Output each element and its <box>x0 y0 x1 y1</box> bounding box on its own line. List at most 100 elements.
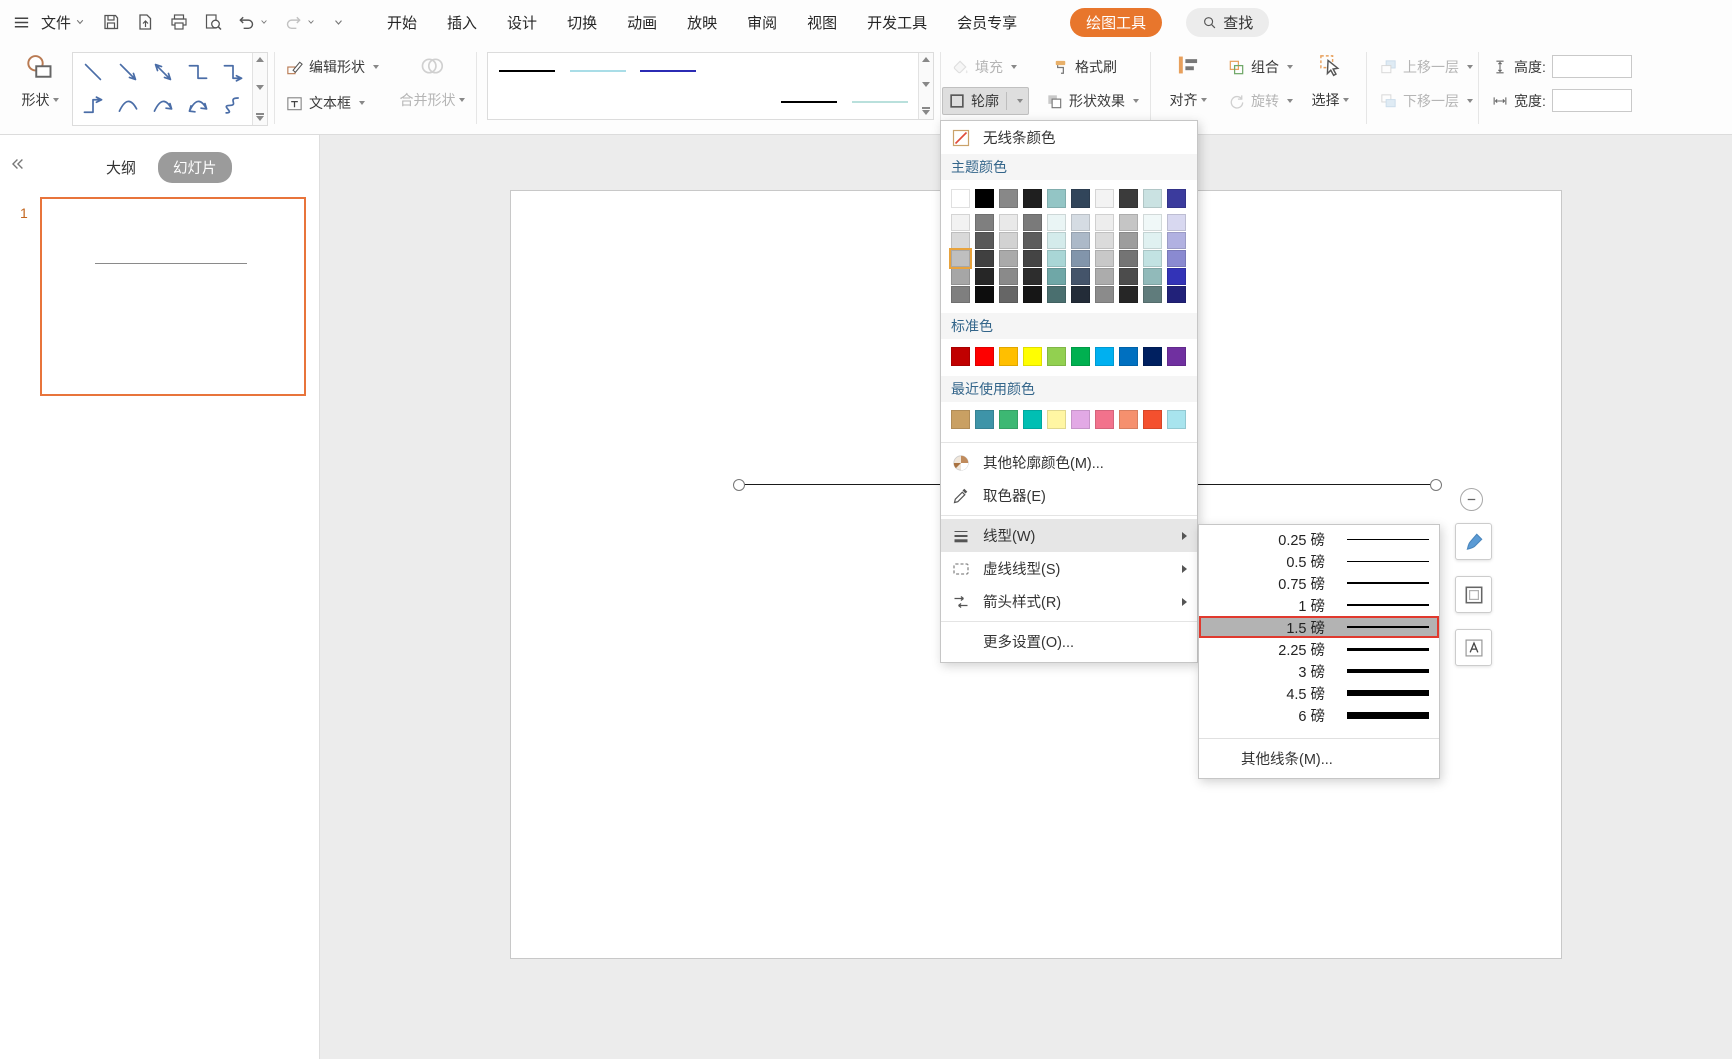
theme-color-swatch[interactable] <box>1047 232 1066 249</box>
color-swatch[interactable] <box>975 410 994 429</box>
theme-color-swatch[interactable] <box>1023 232 1042 249</box>
select-button[interactable]: 选择 <box>1300 52 1360 110</box>
shape-gallery-scroll[interactable] <box>252 53 267 125</box>
theme-color-swatch[interactable] <box>1023 189 1042 208</box>
collapse-panel-icon[interactable] <box>8 155 26 173</box>
theme-color-swatch[interactable] <box>1167 268 1186 285</box>
theme-color-swatch[interactable] <box>1167 232 1186 249</box>
theme-color-swatch[interactable] <box>1167 286 1186 303</box>
placeholder-format-button[interactable] <box>1455 576 1492 613</box>
dash-style-option[interactable]: 虚线线型(S) <box>941 552 1197 585</box>
color-swatch[interactable] <box>975 347 994 366</box>
print-preview-icon[interactable] <box>203 12 223 32</box>
theme-color-swatch[interactable] <box>1119 232 1138 249</box>
redo-caret-icon[interactable] <box>305 16 317 28</box>
tab-outline[interactable]: 大纲 <box>106 157 136 178</box>
theme-color-swatch[interactable] <box>1071 250 1090 267</box>
line-style-preset[interactable] <box>845 86 916 117</box>
tab-开始[interactable]: 开始 <box>372 12 432 33</box>
theme-color-swatch[interactable] <box>999 286 1018 303</box>
theme-color-swatch[interactable] <box>951 189 970 208</box>
shape-curve-arrow[interactable] <box>151 94 175 118</box>
theme-color-swatch[interactable] <box>1119 286 1138 303</box>
line-weight-option[interactable]: 0.25 磅 <box>1199 528 1439 550</box>
tab-审阅[interactable]: 审阅 <box>732 12 792 33</box>
theme-color-swatch[interactable] <box>975 268 994 285</box>
theme-color-swatch[interactable] <box>975 286 994 303</box>
theme-color-swatch[interactable] <box>951 214 970 231</box>
shape-elbow[interactable] <box>186 60 210 84</box>
theme-color-swatch[interactable] <box>1143 286 1162 303</box>
shape-curve[interactable] <box>116 94 140 118</box>
theme-color-swatch[interactable] <box>975 232 994 249</box>
shape-diag-arrow[interactable] <box>116 60 140 84</box>
theme-color-swatch[interactable] <box>1143 189 1162 208</box>
slide-thumbnail[interactable] <box>40 197 306 396</box>
color-swatch[interactable] <box>1143 347 1162 366</box>
tab-放映[interactable]: 放映 <box>672 12 732 33</box>
textbox-button[interactable]: 文本框 <box>280 89 370 117</box>
collapse-float-toolbar-button[interactable] <box>1460 488 1483 511</box>
theme-color-swatch[interactable] <box>1143 268 1162 285</box>
theme-color-swatch[interactable] <box>1047 286 1066 303</box>
theme-color-swatch[interactable] <box>975 189 994 208</box>
theme-color-swatch[interactable] <box>975 214 994 231</box>
tab-slides[interactable]: 幻灯片 <box>158 152 232 183</box>
shapes-button[interactable]: 形状 <box>10 52 70 110</box>
theme-color-swatch[interactable] <box>1095 189 1114 208</box>
theme-color-swatch[interactable] <box>1047 189 1066 208</box>
theme-color-swatch[interactable] <box>1047 268 1066 285</box>
export-icon[interactable] <box>135 12 155 32</box>
line-weight-option[interactable]: 0.5 磅 <box>1199 550 1439 572</box>
tab-开发工具[interactable]: 开发工具 <box>852 12 942 33</box>
main-menu-icon[interactable] <box>12 13 31 32</box>
theme-color-swatch[interactable] <box>1071 214 1090 231</box>
eyedropper-option[interactable]: 取色器(E) <box>941 479 1197 512</box>
theme-color-swatch[interactable] <box>1023 268 1042 285</box>
color-swatch[interactable] <box>1119 410 1138 429</box>
theme-color-swatch[interactable] <box>999 268 1018 285</box>
theme-color-swatch[interactable] <box>999 214 1018 231</box>
line-weight-option[interactable]: 1.5 磅 <box>1199 616 1439 638</box>
shape-diag-line[interactable] <box>81 60 105 84</box>
search-button[interactable]: 查找 <box>1186 8 1269 37</box>
shape-effects-button[interactable]: 形状效果 <box>1040 87 1144 115</box>
gallery-more-icon[interactable] <box>922 107 930 115</box>
theme-color-swatch[interactable] <box>1167 214 1186 231</box>
edit-shape-button[interactable]: 编辑形状 <box>280 53 384 81</box>
line-style-preset[interactable] <box>563 55 634 86</box>
theme-color-swatch[interactable] <box>951 286 970 303</box>
color-swatch[interactable] <box>951 347 970 366</box>
theme-color-swatch[interactable] <box>1023 214 1042 231</box>
line-weight-option[interactable]: 4.5 磅 <box>1199 682 1439 704</box>
scroll-down-icon[interactable] <box>922 82 930 87</box>
theme-color-swatch[interactable] <box>1119 250 1138 267</box>
line-handle-right[interactable] <box>1430 479 1442 491</box>
theme-color-swatch[interactable] <box>1143 232 1162 249</box>
shape-diag-double-arrow[interactable] <box>151 60 175 84</box>
no-line-color-option[interactable]: 无线条颜色 <box>941 121 1197 154</box>
tab-动画[interactable]: 动画 <box>612 12 672 33</box>
tab-会员专享[interactable]: 会员专享 <box>942 12 1032 33</box>
undo-icon[interactable] <box>237 13 256 32</box>
gallery-more-icon[interactable] <box>256 113 264 121</box>
line-gallery-scroll[interactable] <box>918 53 933 119</box>
theme-color-swatch[interactable] <box>1095 232 1114 249</box>
theme-color-swatch[interactable] <box>1047 250 1066 267</box>
file-caret-icon[interactable] <box>73 15 87 29</box>
theme-color-swatch[interactable] <box>1071 232 1090 249</box>
line-weight-option[interactable]: 2.25 磅 <box>1199 638 1439 660</box>
theme-color-swatch[interactable] <box>1071 189 1090 208</box>
theme-color-swatch[interactable] <box>1071 286 1090 303</box>
color-swatch[interactable] <box>1023 410 1042 429</box>
theme-color-swatch[interactable] <box>1167 189 1186 208</box>
theme-color-swatch[interactable] <box>975 250 994 267</box>
align-button[interactable]: 对齐 <box>1158 52 1218 110</box>
tab-视图[interactable]: 视图 <box>792 12 852 33</box>
color-swatch[interactable] <box>1023 347 1042 366</box>
color-swatch[interactable] <box>999 347 1018 366</box>
theme-color-swatch[interactable] <box>1095 286 1114 303</box>
more-outline-colors-option[interactable]: 其他轮廓颜色(M)... <box>941 446 1197 479</box>
color-swatch[interactable] <box>1167 410 1186 429</box>
theme-color-swatch[interactable] <box>1119 268 1138 285</box>
